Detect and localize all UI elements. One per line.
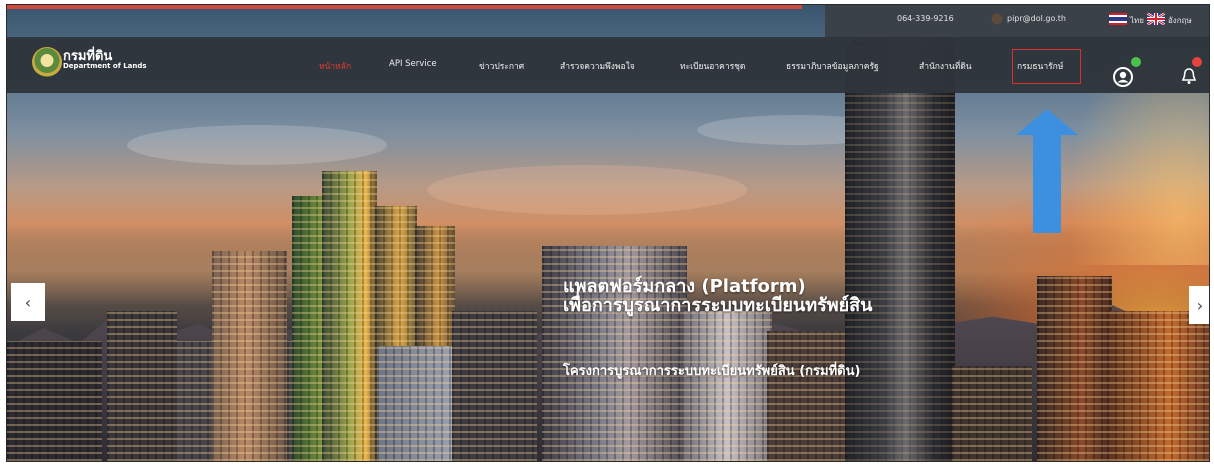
thai-flag-icon[interactable] — [1109, 13, 1127, 25]
nav-item-land-offices[interactable]: สำนักงานที่ดิน — [919, 59, 972, 73]
cloud — [427, 165, 747, 215]
hero-subtitle: โครงการบูรณาการระบบทะเบียนทรัพย์สิน (กรม… — [563, 364, 861, 379]
notification-badge — [1192, 57, 1202, 67]
highlight-box — [1012, 49, 1081, 84]
department-seal-icon[interactable] — [32, 47, 62, 77]
email-icon — [991, 13, 1003, 25]
building — [212, 251, 287, 461]
tower — [322, 171, 377, 461]
building — [682, 311, 772, 461]
top-info-bar: 064-339-9216 pipr@dol.go.th ไทย อังกฤษ — [825, 5, 1209, 37]
nav-item-home[interactable]: หน้าหลัก — [319, 59, 351, 73]
uk-flag-icon[interactable] — [1147, 13, 1165, 25]
cloud — [127, 125, 387, 165]
nav-item-news[interactable]: ข่าวประกาศ — [479, 59, 524, 73]
bell-icon[interactable] — [1180, 67, 1198, 85]
nav-item-condo-registry[interactable]: ทะเบียนอาคารชุด — [680, 59, 745, 73]
building — [1037, 276, 1112, 461]
nav-item-survey[interactable]: สำรวจความพึงพอใจ — [560, 59, 635, 73]
brand-name-en[interactable]: Department of Lands — [63, 62, 147, 70]
carousel-prev-button[interactable]: ‹ — [11, 283, 45, 321]
nav-item-api-service[interactable]: API Service — [389, 59, 437, 69]
building — [952, 366, 1032, 461]
main-navbar: กรมที่ดิน Department of Lands หน้าหลัก A… — [7, 37, 1209, 93]
up-arrow-icon — [1016, 109, 1078, 233]
lang-th-label[interactable]: ไทย — [1130, 14, 1144, 27]
building — [1107, 311, 1209, 461]
hero-title-line2: เพื่อการบูรณาการระบบทะเบียนทรัพย์สิน — [563, 295, 873, 316]
building — [107, 311, 177, 461]
user-status-badge — [1131, 57, 1141, 67]
building — [767, 331, 847, 461]
phone-number[interactable]: 064-339-9216 — [897, 14, 954, 23]
carousel-next-button[interactable]: › — [1189, 286, 1209, 324]
browser-screenshot: 064-339-9216 pipr@dol.go.th ไทย อังกฤษ ก… — [6, 4, 1210, 462]
building — [452, 311, 537, 461]
user-icon[interactable] — [1113, 67, 1133, 87]
nav-item-data-governance[interactable]: ธรรมาภิบาลข้อมูลภาครัฐ — [786, 59, 879, 73]
top-accent-line — [7, 5, 802, 9]
lang-en-label[interactable]: อังกฤษ — [1168, 14, 1192, 27]
email-address[interactable]: pipr@dol.go.th — [1007, 14, 1066, 23]
building — [7, 341, 102, 461]
